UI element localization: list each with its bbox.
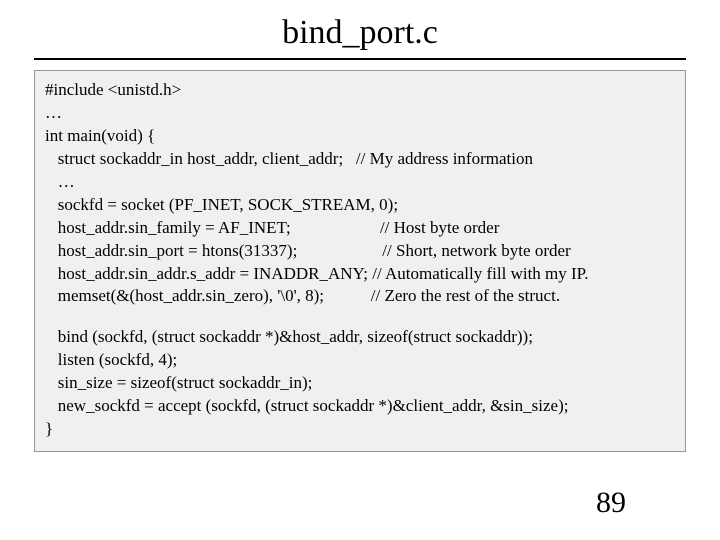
code-line: … <box>45 102 675 125</box>
code-line: bind (sockfd, (struct sockaddr *)&host_a… <box>45 326 675 349</box>
page-number: 89 <box>596 486 626 520</box>
slide: bind_port.c #include <unistd.h> … int ma… <box>0 0 720 540</box>
code-line: } <box>45 418 675 441</box>
code-line: listen (sockfd, 4); <box>45 349 675 372</box>
blank-line <box>45 308 675 326</box>
code-line: … <box>45 171 675 194</box>
code-line: sin_size = sizeof(struct sockaddr_in); <box>45 372 675 395</box>
code-line: host_addr.sin_addr.s_addr = INADDR_ANY; … <box>45 263 675 286</box>
code-line: struct sockaddr_in host_addr, client_add… <box>45 148 675 171</box>
title-divider <box>34 58 686 60</box>
code-line: host_addr.sin_family = AF_INET; // Host … <box>45 217 675 240</box>
code-line: host_addr.sin_port = htons(31337); // Sh… <box>45 240 675 263</box>
slide-title: bind_port.c <box>0 0 720 58</box>
code-line: int main(void) { <box>45 125 675 148</box>
code-line: #include <unistd.h> <box>45 79 675 102</box>
code-line: new_sockfd = accept (sockfd, (struct soc… <box>45 395 675 418</box>
code-line: sockfd = socket (PF_INET, SOCK_STREAM, 0… <box>45 194 675 217</box>
code-block: #include <unistd.h> … int main(void) { s… <box>34 70 686 452</box>
code-line: memset(&(host_addr.sin_zero), '\0', 8); … <box>45 285 675 308</box>
